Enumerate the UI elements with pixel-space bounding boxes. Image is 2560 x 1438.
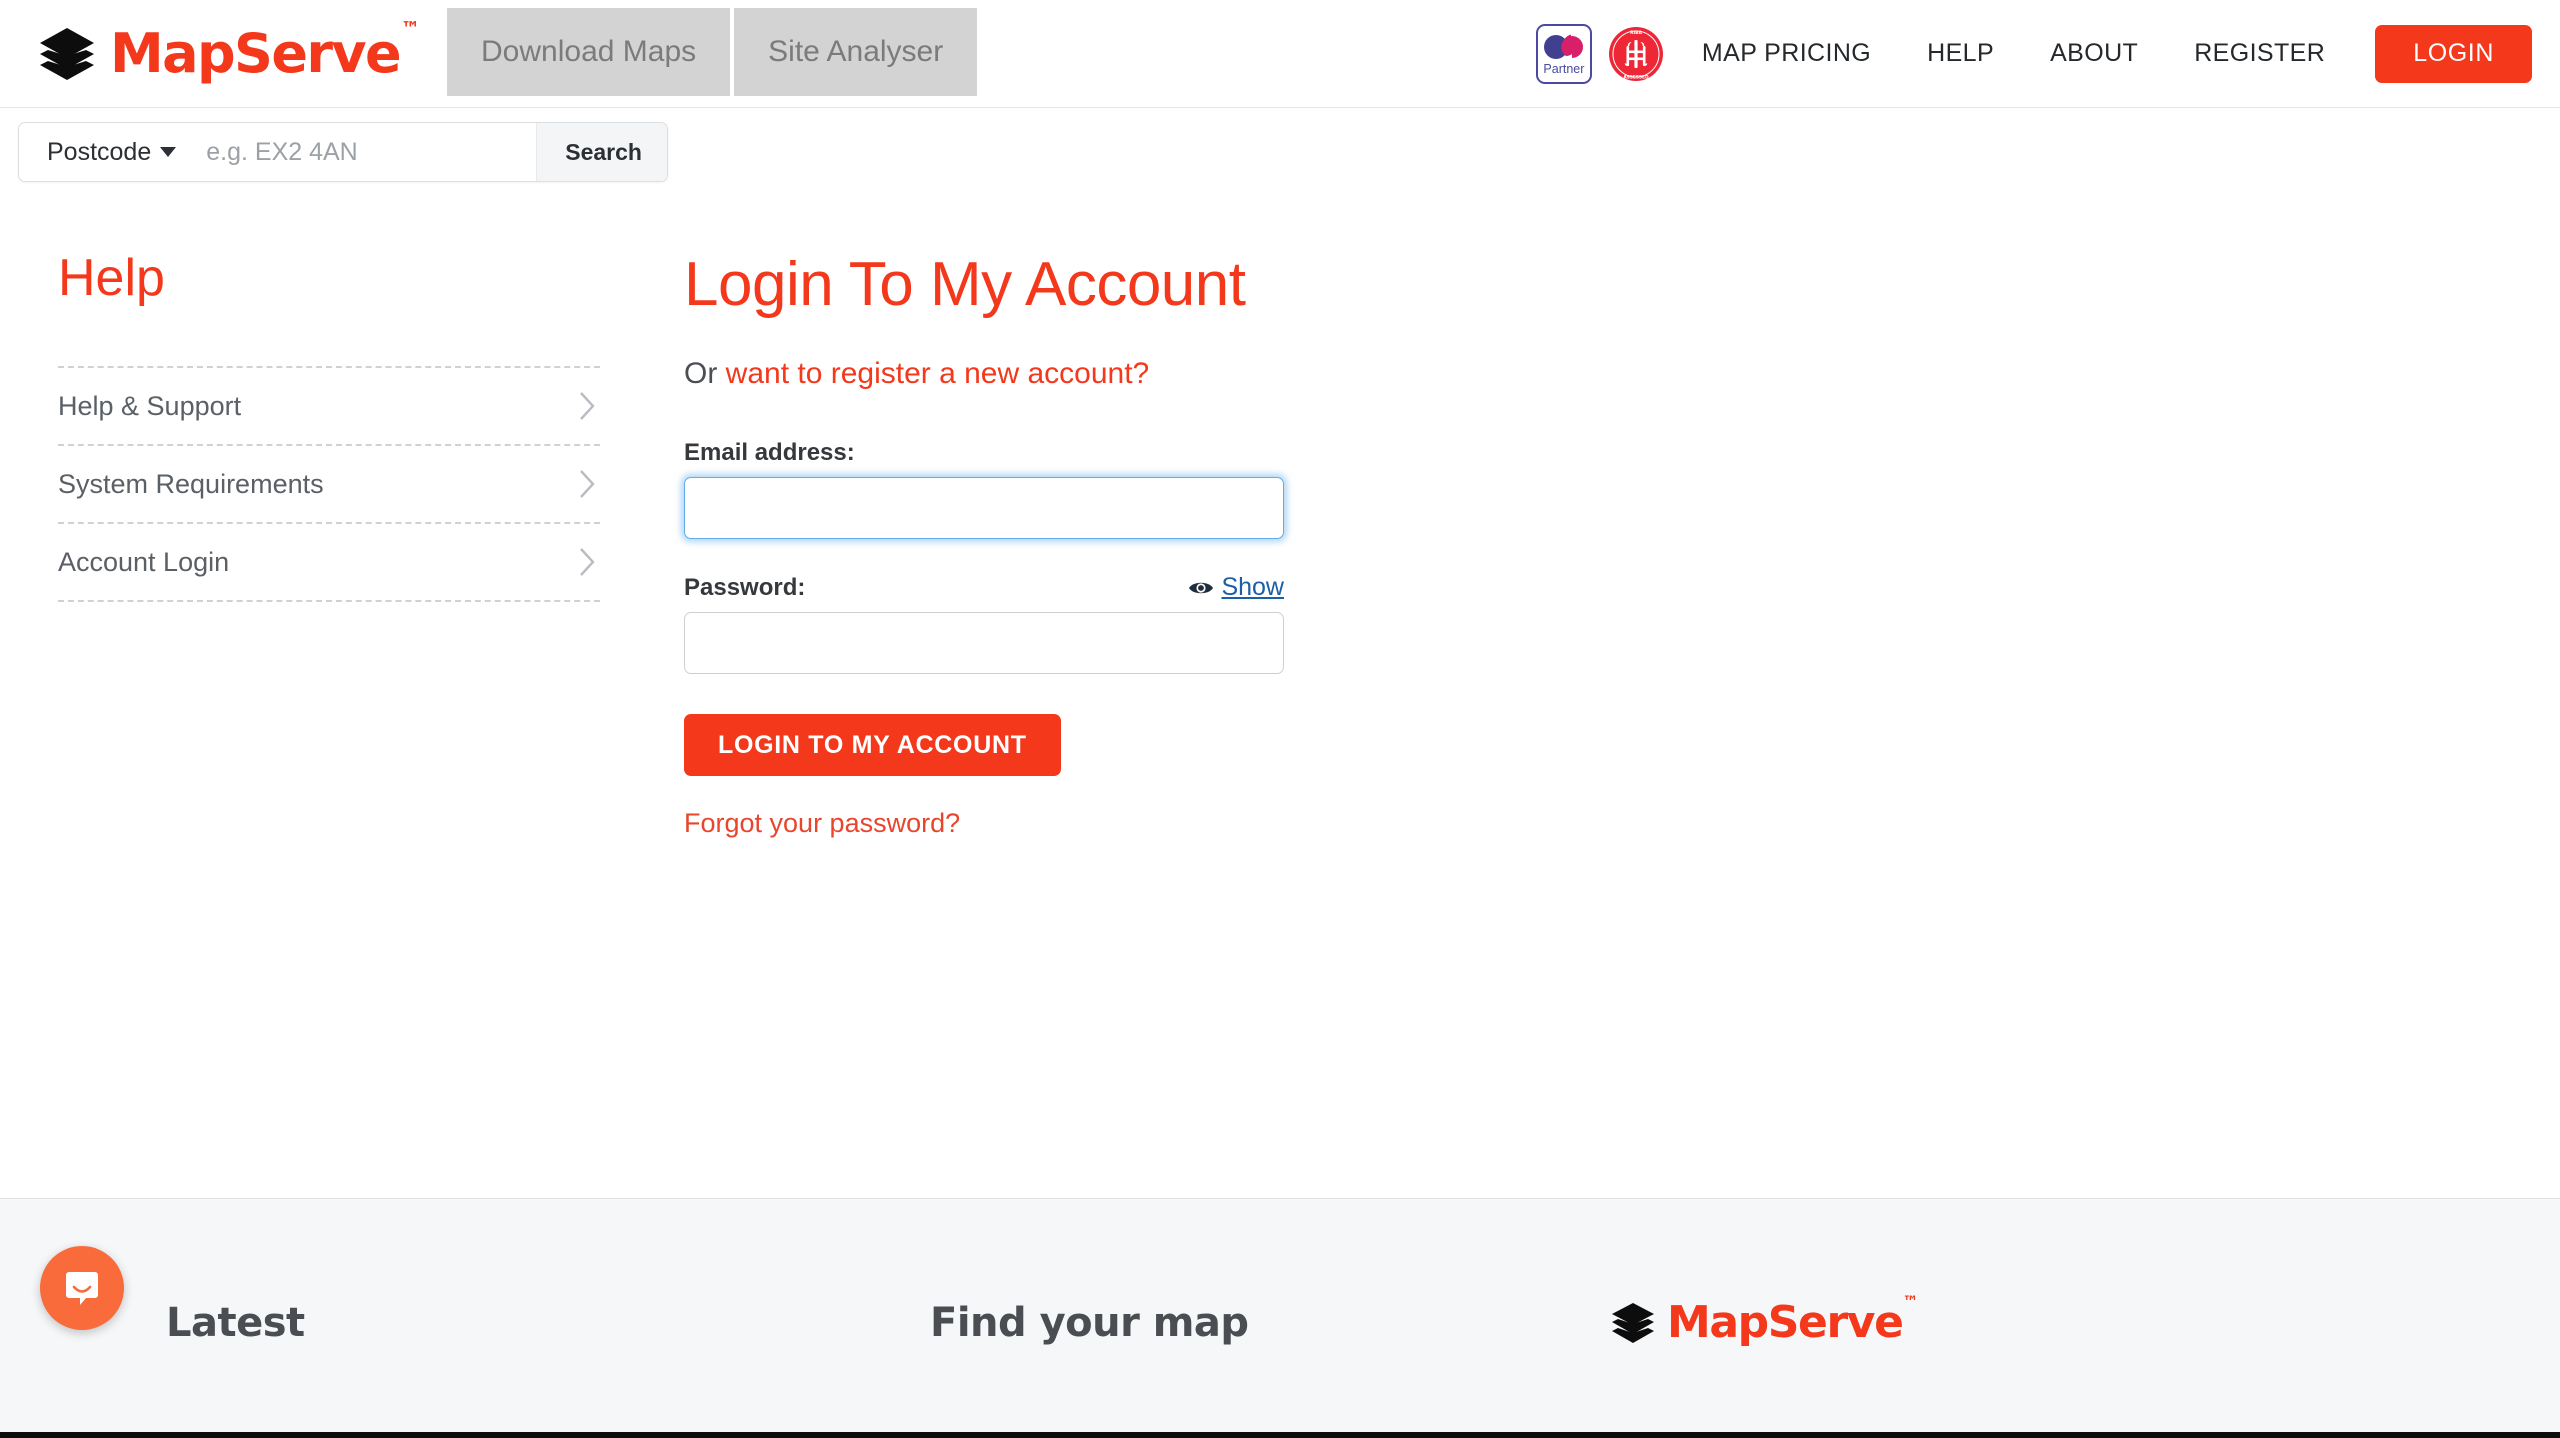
sidebar-item-label: Account Login	[58, 546, 230, 577]
header-tabs: Download Maps Site Analyser	[447, 0, 978, 107]
chevron-right-icon	[580, 470, 595, 498]
os-logo-icon	[1543, 34, 1583, 59]
search-bar: Postcode Search	[18, 122, 668, 182]
submit-row: LOGIN TO MY ACCOUNT	[684, 674, 2560, 777]
os-partner-label: Partner	[1543, 61, 1585, 76]
site-footer: Latest Find your map MapServe™	[0, 1198, 2560, 1438]
password-field[interactable]	[684, 612, 1284, 675]
os-partner-badge: Partner	[1535, 23, 1592, 84]
register-link[interactable]: want to register a new account?	[726, 357, 1150, 390]
footer-latest-column: Latest	[0, 1300, 930, 1346]
bottom-edge-bar	[0, 1432, 2560, 1438]
chevron-right-icon	[580, 548, 595, 576]
tab-download-maps[interactable]: Download Maps	[447, 8, 731, 96]
header-spacer	[977, 0, 1526, 107]
search-type-label: Postcode	[47, 137, 152, 166]
register-prompt-prefix: Or	[684, 357, 726, 391]
footer-brand-column: MapServe™	[1530, 1291, 2560, 1348]
search-button[interactable]: Search	[536, 123, 667, 181]
register-prompt: Or want to register a new account?	[684, 357, 2560, 391]
password-label-row: Password: Show	[684, 573, 1284, 602]
riba-cpd-badge-icon: · RIBA · ASSESSED	[1608, 26, 1663, 81]
sidebar-item-account-login[interactable]: Account Login	[58, 524, 600, 602]
sidebar-item-label: Help & Support	[58, 390, 242, 421]
svg-text:ASSESSED: ASSESSED	[1623, 74, 1649, 80]
nav-about[interactable]: ABOUT	[2022, 39, 2166, 68]
tab-site-analyser[interactable]: Site Analyser	[734, 8, 978, 96]
brand-logo[interactable]: MapServe™	[0, 0, 447, 108]
nav-register[interactable]: REGISTER	[2166, 39, 2353, 68]
chevron-down-icon	[160, 147, 177, 157]
intercom-chat-icon	[66, 1272, 98, 1305]
site-header: MapServe™ Download Maps Site Analyser Pa…	[0, 0, 2560, 108]
email-label: Email address:	[684, 439, 855, 467]
footer-find-column: Find your map	[930, 1300, 1530, 1346]
search-bar-region: Postcode Search	[0, 108, 2560, 196]
svg-text:· RIBA ·: · RIBA ·	[1627, 29, 1645, 35]
footer-logo[interactable]: MapServe™	[1610, 1291, 1919, 1348]
page-content: Help Help & Support System Requirements …	[0, 196, 2560, 1198]
sidebar-item-system-requirements[interactable]: System Requirements	[58, 446, 600, 524]
page-title: Login To My Account	[684, 250, 1246, 319]
stacked-layers-icon	[40, 28, 94, 80]
help-sidebar: Help Help & Support System Requirements …	[0, 252, 640, 1198]
footer-brand-name: MapServe™	[1667, 1291, 1919, 1348]
nav-help[interactable]: HELP	[1899, 39, 2022, 68]
sidebar-title: Help	[58, 249, 165, 307]
sidebar-item-label: System Requirements	[58, 468, 324, 499]
email-field[interactable]	[684, 477, 1284, 540]
chevron-right-icon	[580, 392, 595, 420]
password-label: Password:	[684, 574, 806, 602]
login-to-my-account-button[interactable]: LOGIN TO MY ACCOUNT	[684, 714, 1061, 777]
intercom-chat-launcher[interactable]	[40, 1246, 124, 1330]
search-input[interactable]	[198, 123, 537, 181]
eye-icon	[1189, 582, 1214, 593]
show-password-toggle[interactable]: Show	[1188, 573, 1284, 602]
sidebar-list: Help & Support System Requirements Accou…	[58, 366, 600, 602]
show-password-label: Show	[1221, 573, 1284, 602]
login-form: Email address: Password: Show LOGIN TO M…	[684, 439, 2560, 839]
footer-brand-tm: ™	[1902, 1291, 1919, 1311]
sidebar-item-help-support[interactable]: Help & Support	[58, 368, 600, 446]
main-nav: MAP PRICING HELP ABOUT REGISTER LOGIN	[1674, 0, 2560, 107]
login-pane: Login To My Account Or want to register …	[640, 252, 2560, 1198]
login-button[interactable]: LOGIN	[2375, 24, 2532, 83]
footer-find-heading: Find your map	[930, 1299, 1249, 1346]
nav-map-pricing[interactable]: MAP PRICING	[1674, 39, 1899, 68]
forgot-password-link[interactable]: Forgot your password?	[684, 808, 2560, 839]
brand-name: MapServe™	[110, 18, 421, 85]
stacked-layers-icon	[1612, 1302, 1654, 1343]
search-type-dropdown[interactable]: Postcode	[19, 123, 198, 181]
footer-latest-heading: Latest	[166, 1299, 305, 1346]
accreditation-badges: Partner · RIBA · ASSESSED	[1526, 0, 1674, 107]
brand-tm: ™	[401, 18, 421, 40]
